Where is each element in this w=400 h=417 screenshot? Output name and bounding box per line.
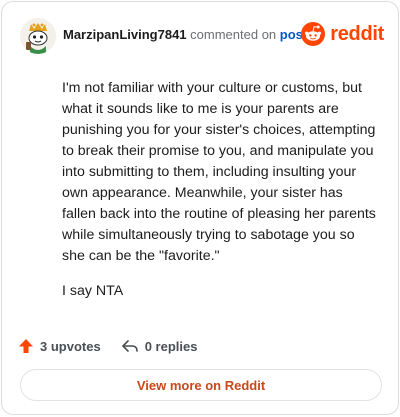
comment-paragraph: I say NTA bbox=[62, 283, 124, 299]
comment-meta: MarzipanLiving7841 commented on post bbox=[63, 27, 307, 42]
reddit-wordmark: reddit bbox=[330, 22, 384, 45]
user-avatar[interactable] bbox=[20, 18, 56, 54]
username[interactable]: MarzipanLiving7841 bbox=[63, 27, 187, 42]
snoo-avatar-icon bbox=[20, 18, 56, 54]
reply-arrow-icon bbox=[121, 340, 138, 352]
comment-actions: 3 upvotes 0 replies bbox=[18, 336, 197, 356]
reply-count: 0 replies bbox=[144, 338, 198, 354]
comment-paragraph: I'm not familiar with your culture or cu… bbox=[62, 80, 376, 264]
upvote-count: 3 upvotes bbox=[40, 338, 101, 354]
commented-on-text: commented on bbox=[190, 27, 277, 42]
comment-header: MarzipanLiving7841 commented on post red… bbox=[16, 16, 384, 56]
upvote-button[interactable]: 3 upvotes bbox=[18, 338, 101, 354]
reply-button[interactable]: 0 replies bbox=[121, 338, 198, 354]
view-more-button[interactable]: View more on Reddit bbox=[20, 369, 382, 401]
comment-card: MarzipanLiving7841 commented on post red… bbox=[1, 1, 399, 415]
comment-body: I'm not familiar with your culture or cu… bbox=[62, 78, 378, 316]
upvote-arrow-icon bbox=[19, 339, 33, 353]
reddit-logo[interactable]: reddit bbox=[301, 22, 384, 46]
reddit-alien-icon bbox=[301, 22, 326, 46]
